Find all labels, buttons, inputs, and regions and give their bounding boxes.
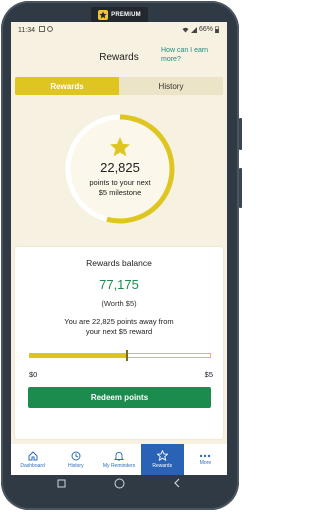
points-away-line1: You are 22,825 points away from: [64, 317, 174, 326]
status-bar: 11:34 66%: [11, 22, 227, 38]
back-icon[interactable]: [172, 478, 182, 488]
reward-progress-fill: [30, 354, 128, 357]
ring-content: 22,825 points to your next $5 milestone: [63, 112, 177, 226]
premium-label: PREMIUM: [111, 11, 141, 18]
app-screen: 11:34 66% Rewards How can I earn more? R…: [11, 22, 227, 475]
points-away-text: You are 22,825 points away from your nex…: [25, 317, 213, 337]
battery-text: 66%: [198, 26, 213, 33]
signal-icon: [190, 26, 197, 33]
nav-label-reminders: My Reminders: [102, 462, 136, 469]
top-bar: Rewards How can I earn more?: [11, 38, 227, 80]
home-button-icon[interactable]: [114, 478, 125, 489]
dots-icon: [200, 454, 211, 457]
tab-history[interactable]: History: [119, 77, 223, 95]
premium-badge[interactable]: PREMIUM: [91, 7, 148, 22]
scale-max: $5: [204, 370, 213, 379]
ring-caption-line2: $5 milestone: [98, 188, 142, 197]
nav-more[interactable]: More: [184, 444, 227, 475]
reward-progress-marker: [126, 350, 129, 361]
g-icon: [47, 26, 53, 32]
redeem-points-button[interactable]: Redeem points: [28, 387, 211, 408]
status-time: 11:34: [18, 27, 35, 34]
clock-icon: [71, 451, 81, 460]
status-right: 66%: [182, 26, 219, 33]
home-icon: [28, 450, 38, 460]
recent-apps-icon[interactable]: [57, 479, 66, 488]
card-title: Rewards balance: [86, 258, 152, 268]
ring-caption: points to your next $5 milestone: [63, 178, 177, 198]
device-frame: PREMIUM 11:34 66% Rewards How can I earn…: [0, 0, 243, 512]
ring-caption-line1: points to your next: [89, 178, 151, 187]
battery-icon: [215, 26, 219, 33]
points-away-line2: your next $5 reward: [85, 327, 153, 336]
volume-button: [239, 168, 242, 208]
balance-value: 77,175: [99, 277, 139, 292]
bell-icon: [114, 451, 124, 461]
nav-dashboard[interactable]: Dashboard: [11, 444, 54, 475]
star-icon: [98, 9, 109, 20]
tab-rewards[interactable]: Rewards: [15, 77, 119, 95]
reward-progress-bar: [29, 350, 211, 361]
nav-label-dashboard: Dashboard: [20, 462, 45, 469]
balance-worth: (Worth $5): [101, 299, 137, 308]
tab-bar: Rewards History: [15, 77, 223, 95]
points-to-milestone: 22,825: [100, 160, 140, 175]
system-nav-bar: [11, 475, 227, 495]
notification-icons: [39, 26, 53, 32]
scale-min: $0: [29, 370, 38, 379]
star-icon: [156, 450, 168, 461]
nav-rewards[interactable]: Rewards: [140, 444, 184, 475]
nav-history[interactable]: History: [54, 444, 97, 475]
earn-more-link[interactable]: How can I earn more?: [161, 46, 221, 64]
power-button: [239, 118, 242, 150]
wifi-icon: [182, 27, 189, 32]
nav-label-history: History: [68, 462, 84, 469]
nav-my-reminders[interactable]: My Reminders: [97, 444, 140, 475]
nav-label-more: More: [199, 459, 212, 466]
nav-label-rewards: Rewards: [152, 463, 173, 469]
message-icon: [39, 26, 45, 32]
rewards-balance-card: Rewards balance 77,175 (Worth $5) You ar…: [15, 247, 223, 439]
bottom-nav: Dashboard History My Reminders Rewards M…: [11, 444, 227, 475]
star-icon: [110, 137, 130, 157]
